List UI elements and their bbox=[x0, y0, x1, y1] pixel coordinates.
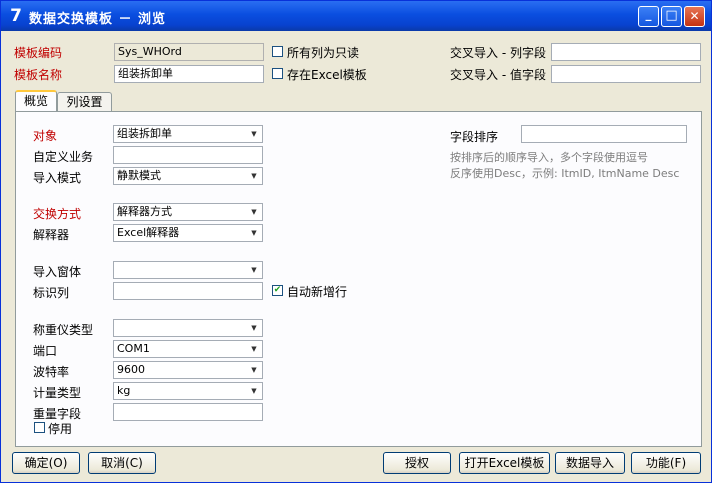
chevron-down-icon: ▼ bbox=[251, 172, 257, 180]
chevron-down-icon: ▼ bbox=[251, 130, 257, 138]
import-mode-dropdown[interactable]: 静默模式 ▼ bbox=[113, 167, 263, 185]
unit-type-label: 计量类型 bbox=[33, 386, 82, 400]
template-code-label: 模板编码 bbox=[14, 46, 63, 60]
auto-add-row-label: 自动新增行 bbox=[287, 285, 348, 299]
custom-business-label: 自定义业务 bbox=[33, 150, 94, 164]
chevron-down-icon: ▼ bbox=[251, 208, 257, 216]
id-column-field[interactable] bbox=[113, 282, 263, 300]
field-sort-hint-line1: 按排序后的顺序导入，多个字段使用逗号 bbox=[450, 151, 648, 164]
template-name-label: 模板名称 bbox=[14, 68, 63, 82]
maximize-icon: □ bbox=[665, 8, 678, 23]
chevron-down-icon: ▼ bbox=[251, 324, 257, 332]
auto-add-row-checkbox[interactable]: ✔ bbox=[272, 285, 283, 296]
id-column-label: 标识列 bbox=[33, 286, 70, 300]
app-icon: 7 bbox=[10, 6, 22, 26]
tab-column-settings[interactable]: 列设置 bbox=[57, 92, 112, 112]
exchange-method-label: 交换方式 bbox=[33, 207, 82, 221]
import-mode-value: 静默模式 bbox=[117, 169, 161, 182]
maximize-button[interactable]: □ bbox=[661, 6, 682, 27]
chevron-down-icon: ▼ bbox=[251, 229, 257, 237]
chevron-down-icon: ▼ bbox=[251, 345, 257, 353]
window: 7 数据交换模板 － 浏览 _ □ ✕ 模板编码 Sys_WHOrd 模板名称 … bbox=[0, 0, 712, 483]
all-cols-readonly-label: 所有列为只读 bbox=[287, 46, 360, 60]
chevron-down-icon: ▼ bbox=[251, 266, 257, 274]
parser-value: Excel解释器 bbox=[117, 226, 180, 239]
excel-template-checkbox[interactable] bbox=[272, 68, 283, 79]
field-sort-hint-line2: 反序使用Desc，示例: ItmID, ItmName Desc bbox=[450, 167, 680, 180]
unit-type-value: kg bbox=[117, 384, 131, 397]
chevron-down-icon: ▼ bbox=[251, 366, 257, 374]
field-sort-input[interactable] bbox=[521, 125, 687, 143]
tab-overview[interactable]: 概览 bbox=[15, 90, 57, 112]
port-dropdown[interactable]: COM1 ▼ bbox=[113, 340, 263, 358]
cross-col-field-input[interactable] bbox=[551, 43, 701, 61]
chevron-down-icon: ▼ bbox=[251, 387, 257, 395]
object-value: 组装拆卸单 bbox=[117, 127, 172, 140]
data-import-button[interactable]: 数据导入 bbox=[555, 452, 625, 474]
cross-col-field-label: 交叉导入 - 列字段 bbox=[450, 46, 546, 60]
open-excel-template-button[interactable]: 打开Excel模板 bbox=[459, 452, 550, 474]
field-sort-label: 字段排序 bbox=[450, 130, 499, 144]
close-icon: ✕ bbox=[689, 9, 700, 23]
minimize-button[interactable]: _ bbox=[638, 6, 659, 27]
functions-button[interactable]: 功能(F) bbox=[631, 452, 701, 474]
custom-business-field[interactable] bbox=[113, 146, 263, 164]
all-cols-readonly-checkbox[interactable] bbox=[272, 46, 283, 57]
baud-rate-label: 波特率 bbox=[33, 365, 70, 379]
port-value: COM1 bbox=[117, 342, 150, 355]
baud-rate-dropdown[interactable]: 9600 ▼ bbox=[113, 361, 263, 379]
exchange-method-value: 解释器方式 bbox=[117, 205, 172, 218]
disabled-checkbox[interactable] bbox=[34, 422, 45, 433]
scale-type-dropdown[interactable]: ▼ bbox=[113, 319, 263, 337]
parser-dropdown[interactable]: Excel解释器 ▼ bbox=[113, 224, 263, 242]
title-bar[interactable]: 7 数据交换模板 － 浏览 _ □ ✕ bbox=[1, 1, 711, 31]
template-name-field[interactable]: 组装拆卸单 bbox=[114, 65, 264, 83]
port-label: 端口 bbox=[33, 344, 58, 358]
parser-label: 解释器 bbox=[33, 228, 70, 242]
ok-button[interactable]: 确定(O) bbox=[12, 452, 80, 474]
object-label: 对象 bbox=[33, 129, 58, 143]
template-code-field: Sys_WHOrd bbox=[114, 43, 264, 61]
unit-type-dropdown[interactable]: kg ▼ bbox=[113, 382, 263, 400]
cross-val-field-label: 交叉导入 - 值字段 bbox=[450, 68, 546, 82]
import-mode-label: 导入模式 bbox=[33, 171, 82, 185]
authorize-button[interactable]: 授权 bbox=[383, 452, 451, 474]
cross-val-field-input[interactable] bbox=[551, 65, 701, 83]
import-window-label: 导入窗体 bbox=[33, 265, 82, 279]
exchange-method-dropdown[interactable]: 解释器方式 ▼ bbox=[113, 203, 263, 221]
cancel-button[interactable]: 取消(C) bbox=[88, 452, 156, 474]
import-window-dropdown[interactable]: ▼ bbox=[113, 261, 263, 279]
checkmark-icon: ✔ bbox=[273, 285, 282, 295]
disabled-label: 停用 bbox=[48, 422, 73, 436]
object-dropdown[interactable]: 组装拆卸单 ▼ bbox=[113, 125, 263, 143]
excel-template-label: 存在Excel模板 bbox=[287, 68, 367, 82]
close-button[interactable]: ✕ bbox=[684, 6, 705, 27]
minimize-icon: _ bbox=[645, 7, 652, 21]
scale-type-label: 称重仪类型 bbox=[33, 323, 94, 337]
baud-rate-value: 9600 bbox=[117, 363, 145, 376]
window-title: 数据交换模板 － 浏览 bbox=[29, 12, 167, 27]
weight-field-input[interactable] bbox=[113, 403, 263, 421]
dialog-body: 模板编码 Sys_WHOrd 模板名称 组装拆卸单 所有列为只读 存在Excel… bbox=[4, 31, 708, 481]
